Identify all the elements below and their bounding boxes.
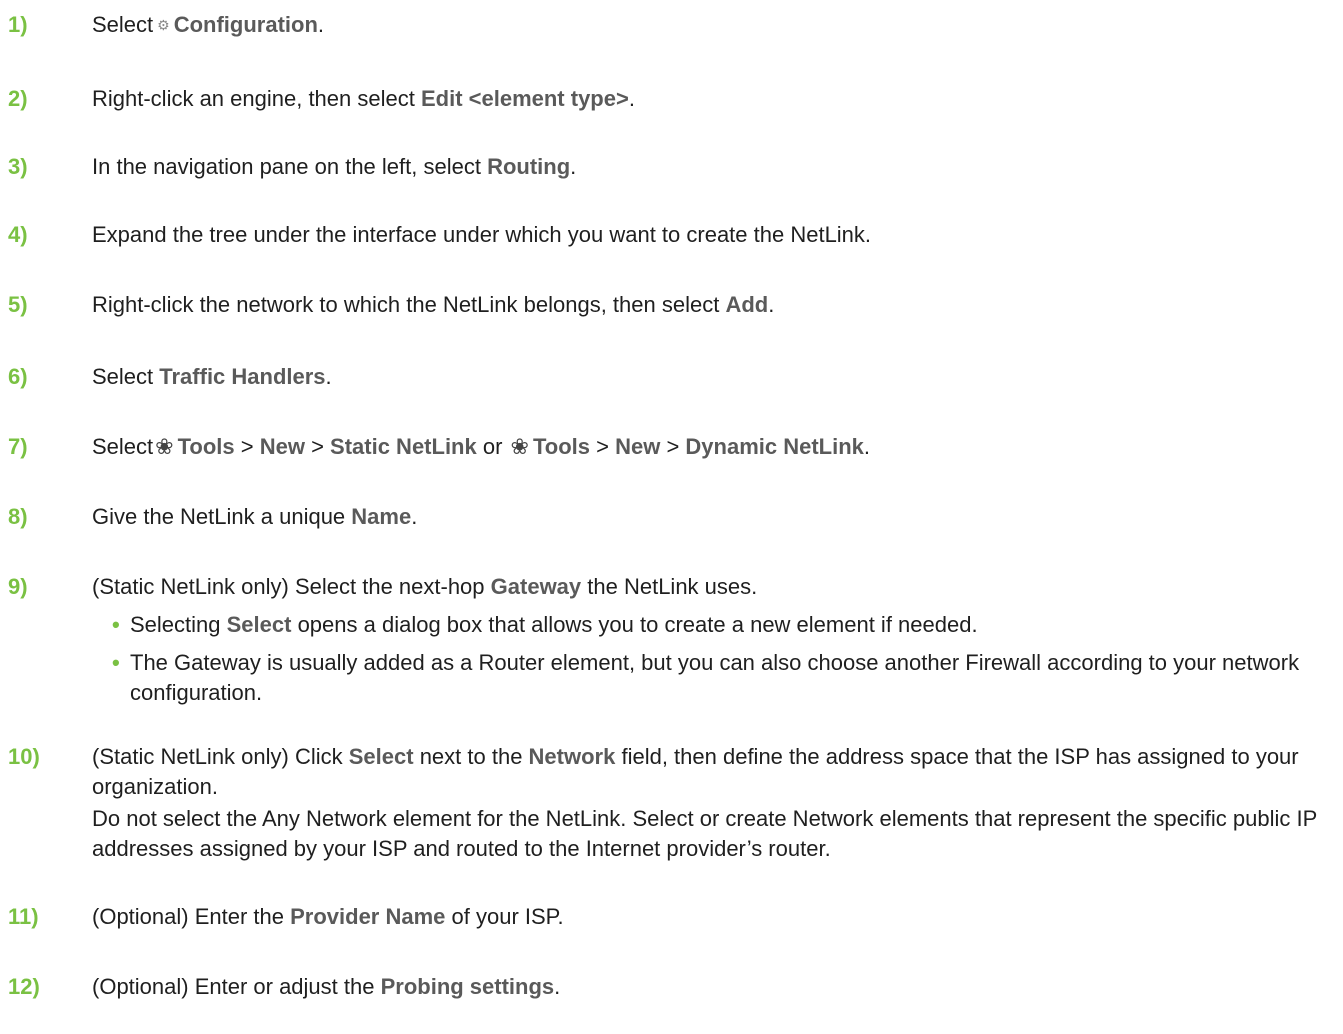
ui-term: Configuration [173,12,318,37]
tools-gear-icon: ❀ [155,434,174,459]
ui-term: Provider Name [290,904,446,929]
step-text: Give the NetLink a unique Name. [92,504,418,529]
ui-term: Static NetLink [330,434,477,459]
step-text: Right-click the network to which the Net… [92,292,775,317]
step-text: Select Traffic Handlers. [92,364,332,389]
step-number: 1) [8,12,28,37]
ui-term: Edit <element type> [420,86,629,111]
step-text: Select❀ Tools > New > Static NetLink or ❀… [92,432,1337,462]
step-text: In the navigation pane on the left, sele… [92,154,577,179]
bullet-icon: • [112,612,120,637]
ui-term: Tools [177,434,235,459]
step-number: 11) [8,904,39,929]
gear-icon: ⚙ [157,17,170,33]
step-text: (Static NetLink only) Select the next-ho… [92,574,758,599]
ui-term: Network [528,744,616,769]
ui-term: Select [348,744,414,769]
step-text: Expand the tree under the interface unde… [92,222,872,247]
ui-term: Select [226,612,292,637]
ui-term: New [259,434,305,459]
step-text: Right-click an engine, then select Edit … [92,86,635,111]
step-number: 9) [8,574,28,599]
ui-term: Add [725,292,769,317]
tools-gear-icon: ❀ [510,434,529,459]
bullet-icon: • [112,650,120,675]
ui-term: Routing [487,154,571,179]
ui-term: Dynamic NetLink [685,434,864,459]
step-number: 3) [8,154,28,179]
step-number: 2) [8,86,28,111]
step-text: (Optional) Enter or adjust the Probing s… [92,974,561,999]
step-number: 7) [8,434,28,459]
step-text: (Static NetLink only) Click Select next … [92,744,1299,799]
step-text: (Optional) Enter the Provider Name of yo… [92,904,564,929]
ui-term: Gateway [490,574,582,599]
ui-term: Tools [532,434,590,459]
step-number: 6) [8,364,28,389]
ui-term: New [615,434,661,459]
step-number: 12) [8,974,40,999]
step-number: 5) [8,292,28,317]
step-number: 8) [8,504,28,529]
step-10-note: Do not select the Any Network element fo… [92,806,1317,861]
bullet-text: The Gateway is usually added as a Router… [130,650,1300,705]
step-number: 4) [8,222,28,247]
ui-term: Probing settings [380,974,555,999]
step-number: 10) [8,744,40,769]
step-text: Select ⚙ Configuration. [92,10,1337,40]
ui-term: Traffic Handlers [159,364,326,389]
ui-term: Name [351,504,412,529]
